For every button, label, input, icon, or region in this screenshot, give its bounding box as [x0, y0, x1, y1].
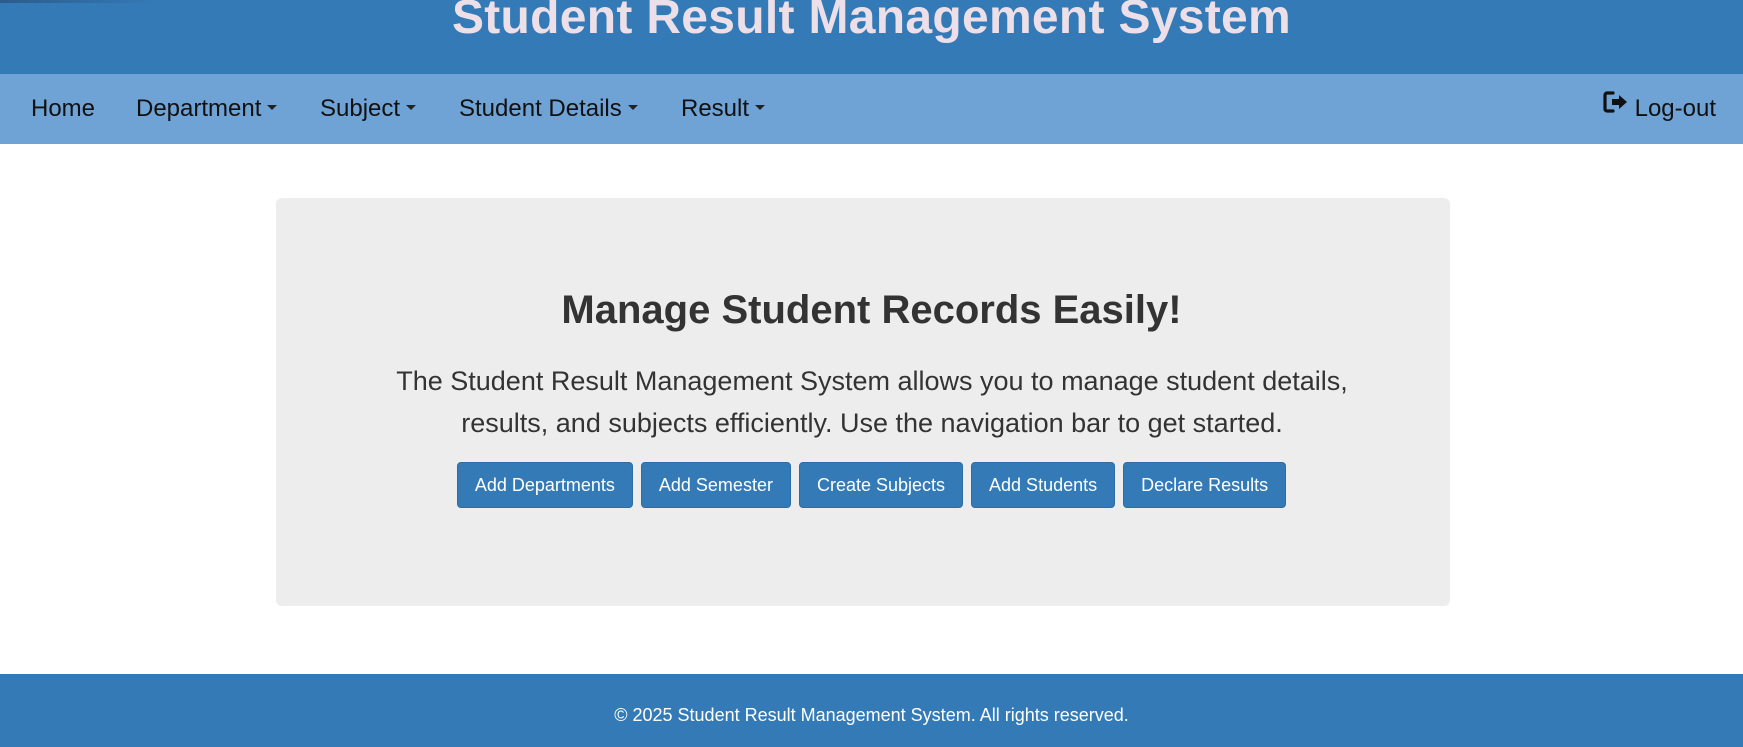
site-footer: © 2025 Student Result Management System.… — [0, 674, 1743, 747]
nav-student-details-label: Student Details — [459, 95, 622, 122]
hero-button-row: Add Departments Add Semester Create Subj… — [0, 462, 1743, 508]
caret-down-icon — [627, 105, 638, 111]
caret-down-icon — [406, 105, 417, 111]
logout-label: Log-out — [1634, 95, 1716, 122]
nav-result-label: Result — [681, 95, 750, 122]
create-subjects-button[interactable]: Create Subjects — [798, 462, 964, 508]
hero-heading: Manage Student Records Easily! — [561, 288, 1182, 332]
hero-description-line-1: The Student Result Management System all… — [396, 366, 1348, 396]
nav-home-label: Home — [31, 95, 96, 122]
nav-student-details-dropdown[interactable]: Student Details — [459, 74, 638, 144]
caret-down-icon — [267, 105, 278, 111]
main-navbar: Home Department Subject Student Details … — [0, 74, 1743, 144]
hero-description: The Student Result Management System all… — [350, 360, 1394, 444]
caret-down-icon — [755, 105, 766, 111]
add-semester-button[interactable]: Add Semester — [640, 462, 791, 508]
nav-department-label: Department — [136, 95, 262, 122]
sign-out-icon — [1602, 72, 1629, 142]
declare-results-button[interactable]: Declare Results — [1123, 462, 1287, 508]
site-header: Student Result Management System — [0, 0, 1743, 74]
nav-result-dropdown[interactable]: Result — [681, 74, 766, 144]
site-title: Student Result Management System — [451, 0, 1292, 44]
nav-department-dropdown[interactable]: Department — [136, 74, 278, 144]
nav-subject-label: Subject — [320, 95, 401, 122]
add-students-button[interactable]: Add Students — [971, 462, 1116, 508]
nav-subject-dropdown[interactable]: Subject — [320, 74, 417, 144]
nav-home[interactable]: Home — [31, 74, 95, 144]
logout-link[interactable]: Log-out — [1602, 72, 1716, 144]
add-departments-button[interactable]: Add Departments — [456, 462, 633, 508]
hero-description-line-2: results, and subjects efficiently. Use t… — [461, 408, 1283, 438]
page: Student Result Management System Home De… — [0, 0, 1743, 747]
footer-copyright: © 2025 Student Result Management System.… — [614, 705, 1129, 725]
